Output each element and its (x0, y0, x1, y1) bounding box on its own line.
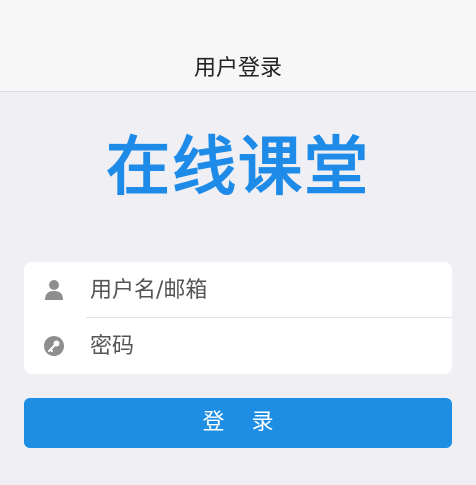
login-button[interactable]: 登 录 (24, 398, 452, 448)
username-row (24, 262, 452, 318)
password-row (24, 318, 452, 374)
app-logo: 在线课堂 (106, 131, 370, 205)
login-form (24, 262, 452, 374)
password-input[interactable] (90, 318, 440, 374)
key-icon (42, 334, 66, 358)
page-title: 用户登录 (193, 56, 282, 81)
nav-bar: 用户登录 (0, 0, 476, 92)
username-input[interactable] (90, 262, 440, 318)
user-icon (42, 278, 66, 302)
